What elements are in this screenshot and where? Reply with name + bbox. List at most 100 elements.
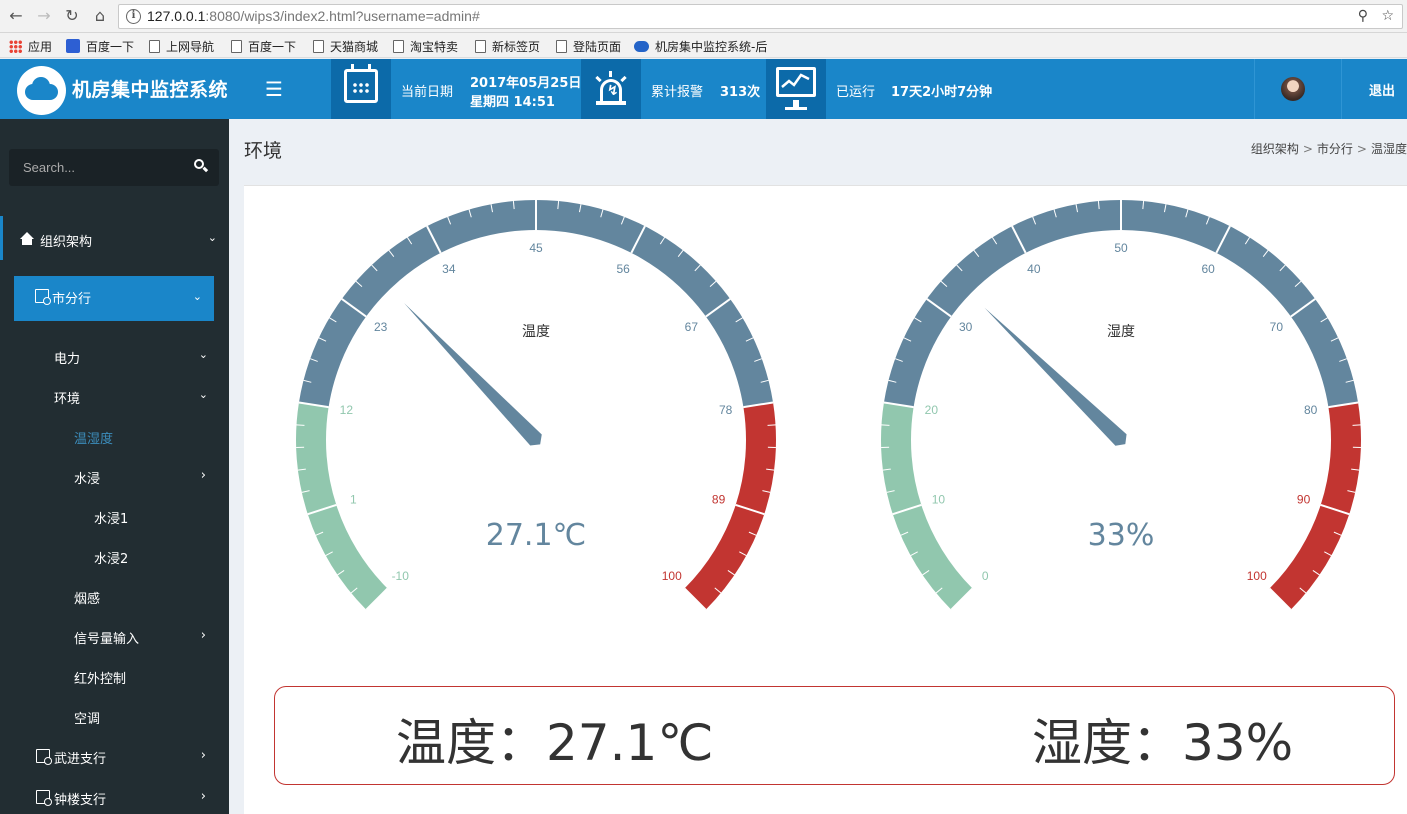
bookmark-star-icon[interactable]: ☆ [1381, 8, 1394, 24]
page-icon [475, 39, 486, 53]
gauge-tick-label: 80 [1304, 403, 1318, 417]
gauge-tick-label: -10 [392, 569, 410, 583]
gauge-band [298, 199, 774, 408]
site-info-icon[interactable]: i [126, 9, 141, 24]
gauge-title: 温度 [522, 324, 550, 340]
bookmark-login[interactable]: 登陆页面 [556, 37, 621, 55]
gauge-tick-label: 70 [1270, 320, 1284, 334]
chevron-down-icon: ⌄ [198, 348, 208, 361]
weekday-time: 星期四 14:51 [470, 95, 555, 110]
gauge-tick-label: 20 [925, 403, 939, 417]
user-menu[interactable] [1254, 59, 1342, 119]
gauge-tick-label: 45 [529, 241, 543, 255]
sidebar-item-environment[interactable]: 环境 ⌄ [0, 376, 229, 416]
search-box [9, 149, 219, 186]
sidebar-item-signal-input[interactable]: 信号量输入 › [0, 616, 229, 656]
date-value: 2017年05月25日 [470, 76, 582, 91]
avatar[interactable] [1281, 77, 1305, 101]
menu-toggle-icon[interactable]: ☰ [243, 59, 305, 119]
temperature-gauge: -10 1 12 23 34 45 56 67 78 89 100 温度 27.1℃ [296, 199, 776, 610]
address-bar[interactable]: i 127.0.0.1:8080/wips3/index2.html?usern… [118, 4, 1403, 29]
sidebar-item-smoke[interactable]: 烟感 [0, 576, 229, 616]
alarm-light-icon: ↯ [581, 59, 641, 119]
sidebar-item-wujin[interactable]: 武进支行 › [0, 736, 229, 776]
sidebar-item-water-2[interactable]: 水浸2 [0, 536, 229, 576]
temperature-readout: 温度：27.1℃ [396, 714, 714, 772]
sidebar-item-org[interactable]: 组织架构 ⌄ [0, 219, 229, 259]
cloud-icon [634, 40, 649, 52]
gauge-tick-label: 50 [1114, 241, 1128, 255]
sidebar-item-branch[interactable]: 市分行 ⌄ [14, 276, 214, 321]
chevron-right-icon: › [200, 468, 206, 483]
bookmark-apps[interactable]: 应用 [9, 37, 52, 55]
breadcrumb: 组织架构 > 市分行 > 温湿度 [1251, 140, 1407, 157]
baidu-paw-icon [66, 39, 80, 53]
browser-toolbar: ← → ↻ ⌂ i 127.0.0.1:8080/wips3/index2.ht… [0, 0, 1407, 33]
sidebar-item-temp-humidity[interactable]: 温湿度 [0, 416, 229, 456]
gauge-panel: -10 1 12 23 34 45 56 67 78 89 100 温度 27.1℃ 0 10 20 30 40… [244, 185, 1407, 814]
gauge-tick-label: 89 [712, 492, 726, 506]
gauge-minor-tick [881, 424, 890, 426]
bank-icon [36, 749, 52, 765]
gauge-minor-tick [1352, 424, 1361, 426]
gauge-tick-label: 90 [1297, 492, 1311, 506]
breadcrumb-item-org[interactable]: 组织架构 [1251, 142, 1299, 156]
home-icon [20, 232, 34, 246]
alarm-label: 累计报警 [651, 85, 704, 100]
uptime-value: 17天2小时7分钟 [891, 85, 993, 100]
bookmark-baidu-1[interactable]: 百度一下 [66, 37, 134, 55]
page-icon [313, 39, 324, 53]
gauge-tick-label: 56 [616, 262, 630, 276]
chevron-right-icon: › [200, 789, 206, 804]
gauge-band [684, 402, 776, 610]
sidebar-item-water-1[interactable]: 水浸1 [0, 496, 229, 536]
chevron-right-icon: › [200, 748, 206, 763]
sidebar-item-power[interactable]: 电力 ⌄ [0, 336, 229, 376]
logout-button[interactable]: 退出 [1369, 80, 1395, 99]
gauge-tick-label: 60 [1201, 262, 1215, 276]
alarm-count: 313次 [720, 85, 761, 100]
gauge-band [881, 402, 973, 610]
gauge-value: 33% [1088, 518, 1155, 553]
gauge-minor-tick [767, 424, 776, 426]
page-icon [149, 39, 160, 53]
home-icon[interactable]: ⌂ [90, 6, 110, 26]
search-input[interactable] [9, 149, 184, 186]
bookmark-taobao[interactable]: 淘宝特卖 [393, 37, 458, 55]
gauge-tick-label: 67 [685, 320, 699, 334]
bank-icon [36, 790, 52, 806]
humidity-gauge: 0 10 20 30 40 50 60 70 80 90 100 湿度 33% [881, 199, 1361, 610]
main-content: 环境 组织架构 > 市分行 > 温湿度 -10 1 12 23 34 45 56 67 78 89 100 温… [229, 119, 1407, 814]
search-icon[interactable] [194, 159, 209, 172]
sidebar-item-zhonglou[interactable]: 钟楼支行 › [0, 777, 229, 814]
gauge-tick-label: 30 [959, 320, 973, 334]
key-icon[interactable]: ⚲ [1358, 8, 1368, 24]
forward-arrow-icon[interactable]: → [34, 6, 54, 26]
sidebar-item-infrared[interactable]: 红外控制 [0, 656, 229, 696]
reload-icon[interactable]: ↻ [62, 6, 82, 26]
calendar-icon [331, 59, 391, 119]
gauge-pointer [984, 307, 1127, 446]
breadcrumb-item-current: 温湿度 [1370, 142, 1407, 156]
bookmark-nav[interactable]: 上网导航 [149, 37, 214, 55]
bookmark-newtab[interactable]: 新标签页 [475, 37, 540, 55]
gauge-tick-label: 1 [350, 492, 357, 506]
app-title: 机房集中监控系统 [72, 79, 229, 101]
readout-box: 温度：27.1℃ 湿度：33% [274, 686, 1395, 785]
sidebar: 组织架构 ⌄ 市分行 ⌄ 电力 ⌄ 环境 ⌄ 温湿度 水浸 › 水浸1 水浸2 … [0, 119, 229, 814]
date-label: 当前日期 [401, 85, 454, 100]
logo-area[interactable]: 机房集中监控系统 [0, 59, 243, 119]
gauge-value: 27.1℃ [486, 518, 587, 553]
bookmark-monitor[interactable]: 机房集中监控系统-后 [634, 37, 767, 55]
breadcrumb-item-branch[interactable]: 市分行 [1317, 142, 1353, 156]
gauge-tick-label: 10 [932, 492, 946, 506]
sidebar-item-water[interactable]: 水浸 › [0, 456, 229, 496]
sidebar-item-aircon[interactable]: 空调 [0, 696, 229, 736]
uptime-label: 已运行 [836, 85, 876, 100]
back-arrow-icon[interactable]: ← [6, 6, 26, 26]
breadcrumb-separator: > [1302, 142, 1313, 156]
monitor-chart-icon [766, 59, 826, 119]
gauge-tick-label: 12 [340, 403, 354, 417]
bookmark-tmall[interactable]: 天猫商城 [313, 37, 378, 55]
bookmark-baidu-2[interactable]: 百度一下 [231, 37, 296, 55]
